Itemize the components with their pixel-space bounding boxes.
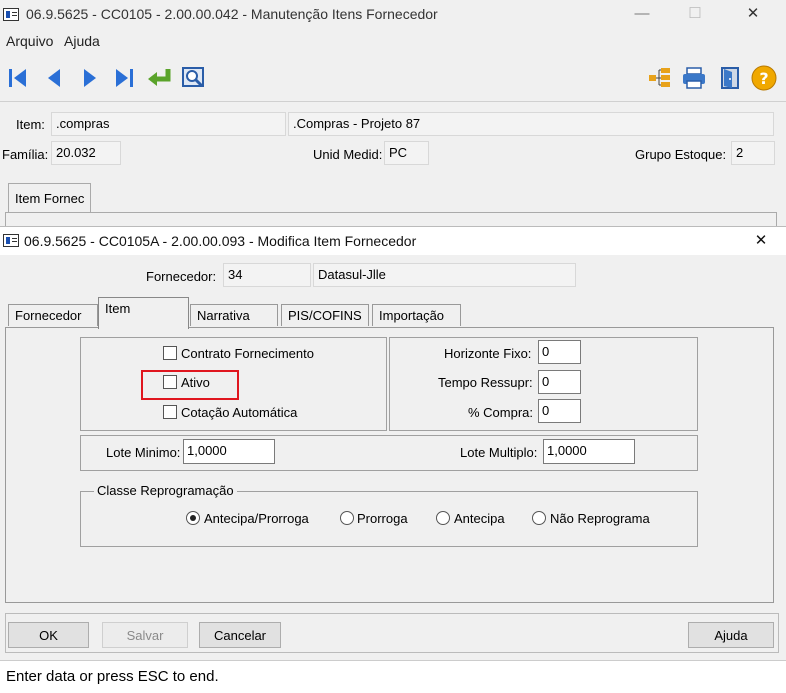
tempo-ressupr-input[interactable]: 0 bbox=[538, 370, 581, 394]
dialog-title: 06.9.5625 - CC0105A - 2.00.00.093 - Modi… bbox=[24, 233, 417, 249]
radio-antecipa[interactable] bbox=[436, 511, 450, 525]
help-question-icon[interactable]: ? bbox=[750, 64, 778, 92]
unid-medid-label: Unid Medid: bbox=[313, 147, 383, 162]
ativo-checkbox[interactable] bbox=[163, 375, 177, 389]
unid-medid-field[interactable]: PC bbox=[384, 141, 429, 165]
minimize-button[interactable]: — bbox=[630, 5, 654, 22]
radio-nao-reprograma-label: Não Reprograma bbox=[550, 511, 650, 526]
main-tab-panel bbox=[5, 212, 777, 226]
salvar-button[interactable]: Salvar bbox=[102, 622, 188, 648]
tab-narrativa[interactable]: Narrativa bbox=[190, 304, 278, 326]
search-zoom-icon[interactable] bbox=[180, 64, 208, 92]
item-label: Item: bbox=[16, 117, 45, 132]
radio-prorroga-label: Prorroga bbox=[357, 511, 408, 526]
close-window-button[interactable]: ✕ bbox=[741, 4, 765, 22]
lote-minimo-input[interactable]: 1,0000 bbox=[183, 439, 275, 464]
item-description-field[interactable]: .Compras - Projeto 87 bbox=[288, 112, 774, 136]
horizonte-fixo-label: Horizonte Fixo: bbox=[444, 346, 532, 361]
radio-prorroga[interactable] bbox=[340, 511, 354, 525]
exit-door-icon[interactable] bbox=[716, 64, 744, 92]
next-record-icon[interactable] bbox=[76, 64, 104, 92]
cancelar-button[interactable]: Cancelar bbox=[199, 622, 281, 648]
grupo-estoque-field[interactable]: 2 bbox=[731, 141, 775, 165]
ok-button[interactable]: OK bbox=[8, 622, 89, 648]
radio-antecipa-prorroga[interactable] bbox=[186, 511, 200, 525]
print-icon[interactable] bbox=[680, 64, 708, 92]
dialog-close-button[interactable]: ✕ bbox=[749, 231, 773, 249]
tab-pis-cofins[interactable]: PIS/COFINS bbox=[281, 304, 369, 326]
dialog-title-bar: 06.9.5625 - CC0105A - 2.00.00.093 - Modi… bbox=[0, 227, 786, 255]
modify-item-dialog: 06.9.5625 - CC0105A - 2.00.00.093 - Modi… bbox=[0, 226, 786, 693]
menu-arquivo[interactable]: Arquivo bbox=[6, 33, 53, 49]
tab-item[interactable]: Item bbox=[98, 297, 189, 329]
toolbar: ? bbox=[0, 56, 786, 102]
menu-ajuda[interactable]: Ajuda bbox=[64, 33, 100, 49]
tree-icon[interactable] bbox=[646, 64, 674, 92]
classe-reprogramacao-label: Classe Reprogramação bbox=[94, 483, 237, 498]
familia-label: Família: bbox=[2, 147, 49, 162]
contrato-fornecimento-label: Contrato Fornecimento bbox=[181, 346, 314, 361]
lote-multiplo-input[interactable]: 1,0000 bbox=[543, 439, 635, 464]
tab-importacao[interactable]: Importação bbox=[372, 304, 461, 326]
contrato-fornecimento-checkbox[interactable] bbox=[163, 346, 177, 360]
window-app-icon bbox=[3, 8, 19, 21]
main-window-title: 06.9.5625 - CC0105 - 2.00.00.042 - Manut… bbox=[26, 6, 438, 22]
maximize-button[interactable]: ☐ bbox=[683, 4, 707, 22]
tab-item-fornec[interactable]: Item Fornec bbox=[8, 183, 92, 213]
percent-compra-label: % Compra: bbox=[468, 405, 534, 420]
ativo-label: Ativo bbox=[181, 375, 210, 390]
menu-bar: Arquivo Ajuda bbox=[0, 33, 786, 53]
percent-compra-input[interactable]: 0 bbox=[538, 399, 581, 423]
first-record-icon[interactable] bbox=[4, 64, 32, 92]
radio-nao-reprograma[interactable] bbox=[532, 511, 546, 525]
goto-return-icon[interactable] bbox=[145, 64, 173, 92]
item-code-field[interactable]: .compras bbox=[51, 112, 286, 136]
lote-multiplo-label: Lote Multiplo: bbox=[460, 445, 538, 460]
cotacao-automatica-checkbox[interactable] bbox=[163, 405, 177, 419]
horizonte-fixo-input[interactable]: 0 bbox=[538, 340, 581, 364]
previous-record-icon[interactable] bbox=[40, 64, 68, 92]
tab-fornecedor[interactable]: Fornecedor bbox=[8, 304, 98, 326]
tempo-ressupr-label: Tempo Ressupr: bbox=[438, 375, 533, 390]
status-bar: Enter data or press ESC to end. bbox=[0, 660, 786, 693]
main-title-bar: 06.9.5625 - CC0105 - 2.00.00.042 - Manut… bbox=[0, 0, 786, 30]
grupo-estoque-label: Grupo Estoque: bbox=[635, 147, 727, 162]
ajuda-button[interactable]: Ajuda bbox=[688, 622, 774, 648]
radio-antecipa-label: Antecipa bbox=[454, 511, 505, 526]
fornecedor-code-field[interactable]: 34 bbox=[223, 263, 311, 287]
svg-text:?: ? bbox=[759, 69, 768, 88]
radio-antecipa-prorroga-label: Antecipa/Prorroga bbox=[204, 511, 309, 526]
familia-field[interactable]: 20.032 bbox=[51, 141, 121, 165]
dialog-app-icon bbox=[3, 234, 19, 247]
lote-minimo-label: Lote Minimo: bbox=[106, 445, 181, 460]
last-record-icon[interactable] bbox=[110, 64, 138, 92]
cotacao-automatica-label: Cotação Automática bbox=[181, 405, 298, 420]
fornecedor-label: Fornecedor: bbox=[146, 269, 217, 284]
fornecedor-name-field[interactable]: Datasul-Jlle bbox=[313, 263, 576, 287]
